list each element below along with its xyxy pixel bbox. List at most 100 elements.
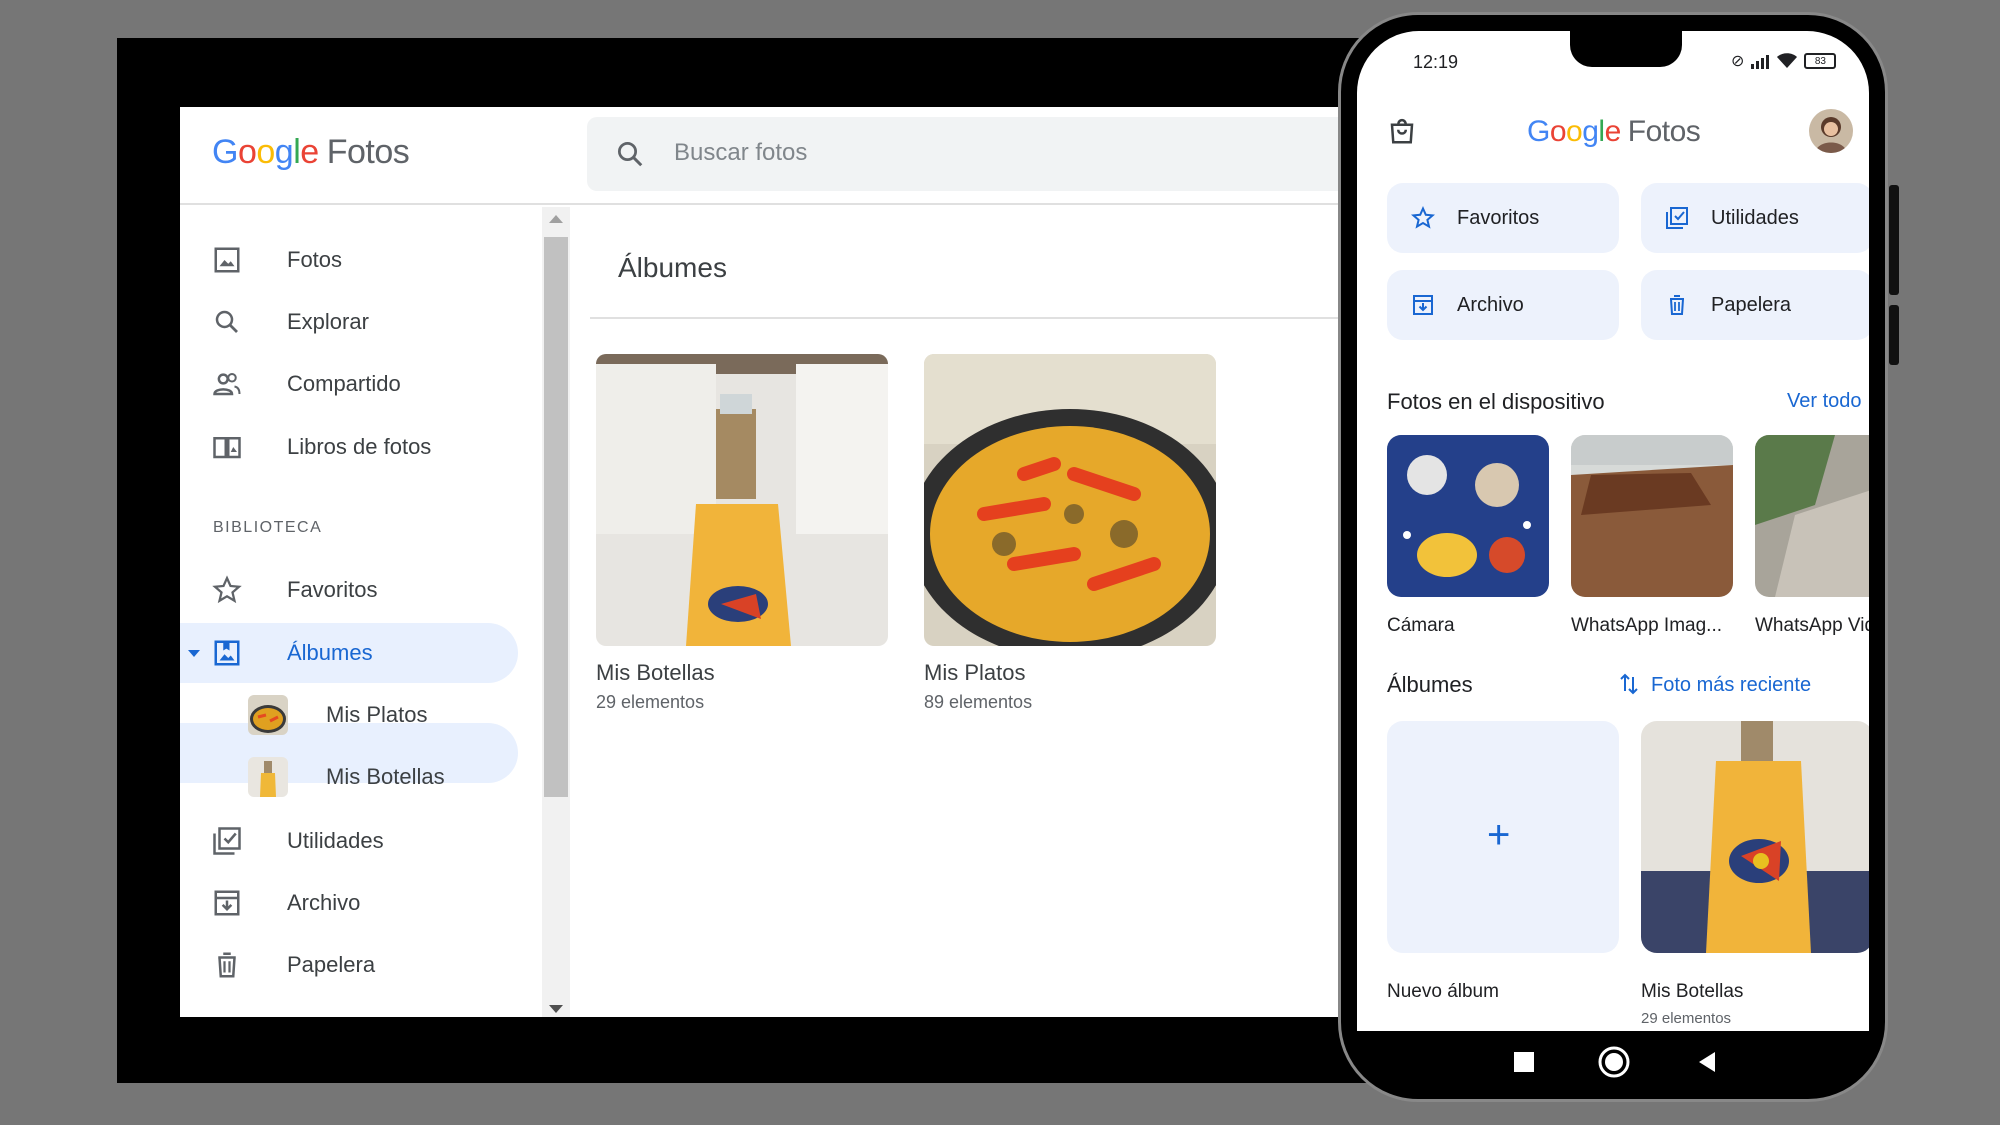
folder-label: WhatsApp Vide — [1755, 615, 1869, 636]
phone-volume-button — [1889, 185, 1899, 295]
top-bar: Google Fotos Buscar fotos — [180, 107, 1360, 205]
nav-label: Fotos — [287, 247, 343, 272]
folder-label: Cámara — [1387, 615, 1455, 636]
google-fotos-logo[interactable]: Google Fotos — [212, 133, 410, 172]
archive-icon — [1413, 295, 1433, 315]
chip-label: Papelera — [1711, 294, 1792, 316]
chip-label: Favoritos — [1457, 207, 1540, 229]
battery-icon: 83 — [1804, 53, 1837, 69]
do-not-disturb-icon: ⊘ — [1731, 53, 1745, 70]
album-name: Mis Botellas — [596, 660, 715, 685]
nav-sub-mis-botellas[interactable]: Mis Botellas — [180, 747, 520, 807]
search-icon — [215, 310, 238, 333]
chip-label: Archivo — [1457, 294, 1524, 316]
divider — [590, 317, 1360, 319]
paella-thumbnail — [248, 695, 288, 735]
desktop-screen: Google Fotos Buscar fotos Fotos Explorar … — [180, 107, 1360, 1017]
album-cover-bottle[interactable] — [596, 354, 888, 646]
device-folder-whatsapp-images[interactable] — [1571, 435, 1733, 597]
nav-label: Explorar — [287, 309, 369, 334]
album-count: 29 elementos — [596, 692, 705, 712]
chip-favoritos[interactable]: Favoritos — [1387, 183, 1619, 253]
recents-square-icon[interactable] — [1513, 1051, 1535, 1073]
nav-label: Mis Botellas — [326, 764, 445, 789]
album-name: Mis Botellas — [1641, 981, 1744, 1002]
sidebar-scrollbar[interactable] — [542, 207, 570, 1017]
new-album-button[interactable]: + — [1387, 721, 1619, 953]
device-folder-camara[interactable] — [1387, 435, 1549, 597]
phone-power-button — [1889, 305, 1899, 365]
nav-label: Favoritos — [287, 577, 378, 602]
wifi-icon — [1777, 53, 1798, 68]
page-title: Álbumes — [618, 252, 727, 283]
sidebar: Fotos Explorar Compartido Libros de foto… — [180, 207, 540, 1017]
caret-down-icon[interactable] — [186, 645, 202, 661]
album-count: 89 elementos — [924, 692, 1033, 712]
logo-app-name: Fotos — [1627, 115, 1701, 148]
nav-label: Papelera — [287, 952, 376, 977]
chip-papelera[interactable]: Papelera — [1641, 270, 1869, 340]
nav-compartido[interactable]: Compartido — [180, 354, 520, 414]
back-triangle-icon[interactable] — [1697, 1051, 1717, 1073]
album-cover-paella[interactable] — [924, 354, 1216, 646]
nav-label: Archivo — [287, 890, 361, 915]
nav-libros[interactable]: Libros de fotos — [180, 417, 520, 477]
album-cover-bottle[interactable] — [1641, 721, 1869, 953]
scroll-down-arrow[interactable] — [549, 1005, 563, 1013]
checklist-icon — [1666, 207, 1688, 229]
nav-fotos[interactable]: Fotos — [180, 230, 520, 290]
archive-icon — [214, 890, 240, 916]
nav-favoritos[interactable]: Favoritos — [180, 560, 520, 620]
album-icon — [214, 640, 240, 666]
sort-link[interactable]: Foto más reciente — [1651, 674, 1811, 697]
shopping-bag-icon[interactable] — [1387, 116, 1417, 146]
albums-section-title: Álbumes — [1387, 672, 1473, 697]
scrollbar-thumb[interactable] — [544, 237, 568, 797]
nav-label: Mis Platos — [326, 702, 428, 727]
trash-icon — [218, 952, 236, 978]
phone-frame: 12:19 ⊘ 83 Google Fotos Favoritos Utilida… — [1338, 12, 1899, 1102]
nav-sub-mis-platos[interactable]: Mis Platos — [180, 685, 520, 745]
search-input[interactable]: Buscar fotos — [674, 139, 807, 167]
camera-notch — [1570, 31, 1682, 67]
device-folder-whatsapp-video[interactable] — [1755, 435, 1869, 597]
chip-archivo[interactable]: Archivo — [1387, 270, 1619, 340]
nav-explorar[interactable]: Explorar — [180, 292, 520, 352]
star-icon — [212, 575, 242, 604]
home-circle-icon[interactable] — [1597, 1045, 1631, 1079]
folder-label: WhatsApp Imag... — [1571, 615, 1723, 636]
sort-icon[interactable] — [1619, 673, 1639, 695]
search-box[interactable]: Buscar fotos — [587, 117, 1360, 191]
nav-albumes-active[interactable]: Álbumes — [180, 623, 518, 683]
bottle-thumbnail — [248, 757, 288, 797]
album-name: Mis Platos — [924, 660, 1026, 685]
nav-utilidades[interactable]: Utilidades — [180, 811, 520, 871]
plus-icon: + — [1487, 813, 1511, 857]
nav-label: Utilidades — [287, 828, 384, 853]
album-count: 29 elementos — [1641, 1010, 1732, 1027]
album-card-platos[interactable]: Mis Platos 89 elementos — [924, 354, 1216, 713]
star-icon — [1411, 206, 1435, 229]
trash-icon — [1670, 295, 1684, 315]
library-section-header: BIBLIOTECA — [213, 519, 323, 536]
google-fotos-logo[interactable]: Google Fotos — [1527, 115, 1701, 149]
checklist-icon — [213, 827, 241, 855]
search-icon[interactable] — [615, 139, 645, 169]
scroll-up-arrow[interactable] — [549, 215, 563, 223]
nav-papelera[interactable]: Papelera — [180, 935, 520, 995]
chip-label: Utilidades — [1711, 207, 1799, 229]
avatar[interactable] — [1809, 109, 1853, 153]
status-icons: ⊘ 83 — [1731, 51, 1837, 71]
nav-archivo[interactable]: Archivo — [180, 873, 520, 933]
people-icon — [213, 373, 241, 396]
chip-utilidades[interactable]: Utilidades — [1641, 183, 1869, 253]
nav-label: Compartido — [287, 371, 401, 396]
album-card-botellas[interactable]: Mis Botellas 29 elementos — [596, 354, 888, 713]
albums-main: Álbumes Mis Botellas 29 elementos Mis Pl… — [590, 207, 1360, 1017]
nav-label: Libros de fotos — [287, 434, 432, 459]
see-all-link[interactable]: Ver todo — [1787, 390, 1862, 413]
photo-icon — [214, 247, 240, 273]
book-icon — [213, 437, 241, 459]
logo-app-name: Fotos — [326, 133, 410, 171]
new-album-label: Nuevo álbum — [1387, 981, 1499, 1002]
